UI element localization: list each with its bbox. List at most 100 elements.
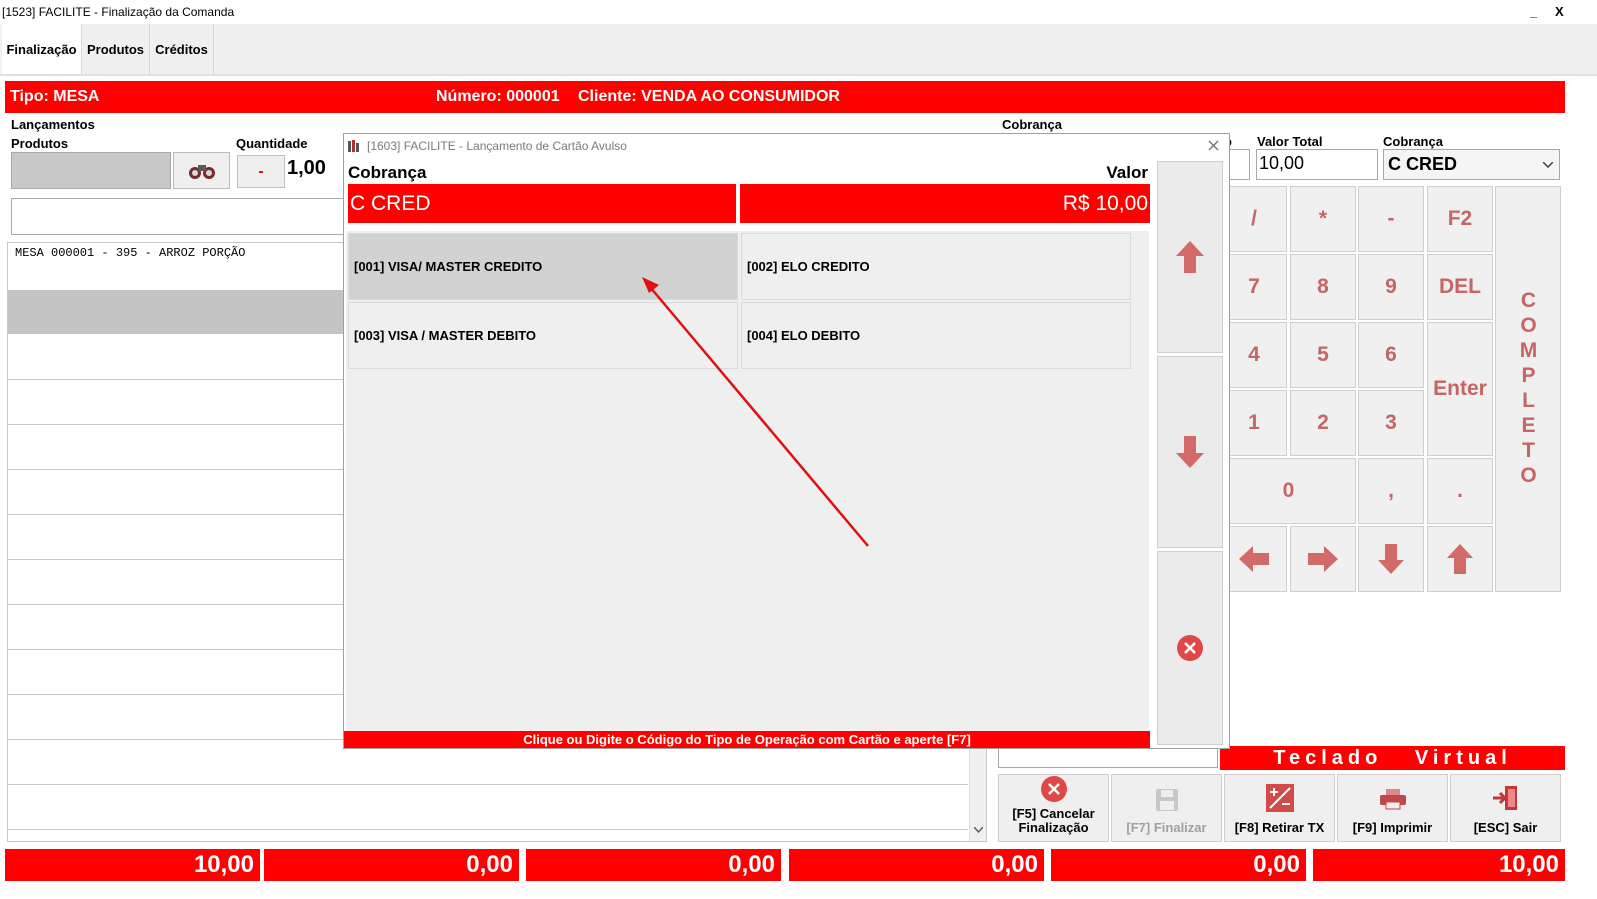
teclado-virtual-banner: Teclado Virtual [1220, 746, 1565, 770]
cobranca-select[interactable]: C CRED [1383, 149, 1560, 180]
printer-icon [1379, 789, 1406, 810]
close-icon[interactable] [1208, 140, 1219, 151]
card-option-elo-debito[interactable]: [004] ELO DEBITO [741, 302, 1131, 369]
finalizar-label: [F7] Finalizar [1126, 820, 1207, 835]
finalizar-button[interactable]: [F7] Finalizar [1111, 774, 1222, 842]
arrow-right-icon [1308, 546, 1338, 572]
valor-total-label: Valor Total [1257, 134, 1323, 149]
minimize-button[interactable]: _ [1530, 4, 1537, 19]
cobranca-label: Cobrança [1383, 134, 1443, 149]
key-down[interactable] [1358, 526, 1424, 592]
key-8[interactable]: 8 [1290, 254, 1356, 320]
tipo-label: Tipo: MESA [10, 88, 100, 105]
arrow-left-icon [1239, 546, 1269, 572]
cobranca-select-value: C CRED [1388, 154, 1458, 174]
close-window-button[interactable]: X [1555, 4, 1564, 19]
cancel-finalizacao-label: [F5] Cancelar Finalização [1012, 806, 1095, 835]
numero-label: Número: 000001 [436, 88, 560, 105]
key-completo[interactable]: COMPLETO [1495, 186, 1561, 592]
imprimir-label: [F9] Imprimir [1352, 820, 1433, 835]
key-slash[interactable]: / [1221, 186, 1287, 252]
quantidade-label: Quantidade [236, 136, 308, 151]
key-period[interactable]: . [1427, 458, 1493, 524]
card-option-visa-master-debito[interactable]: [003] VISA / MASTER DEBITO [348, 302, 738, 369]
scroll-down-icon[interactable] [974, 827, 983, 833]
arrow-down-icon [1176, 436, 1204, 468]
dialog-cobranca-label: Cobrança [348, 163, 427, 182]
key-minus[interactable]: - [1358, 186, 1424, 252]
tab-bar: Finalização Produtos Créditos [0, 24, 1597, 76]
exit-icon [1492, 786, 1517, 810]
chevron-down-icon [1543, 162, 1553, 168]
key-4[interactable]: 4 [1221, 322, 1287, 388]
total-value-6: 10,00 [1313, 849, 1565, 881]
key-left[interactable] [1221, 526, 1287, 592]
status-input[interactable] [998, 747, 1218, 768]
cancel-finalizacao-button[interactable]: [F5] Cancelar Finalização [998, 774, 1109, 842]
key-asterisk[interactable]: * [1290, 186, 1356, 252]
tab-finalizacao[interactable]: Finalização [2, 24, 82, 74]
sair-button[interactable]: [ESC] Sair [1450, 774, 1561, 842]
retirar-tx-button[interactable]: [F8] Retirar TX [1224, 774, 1335, 842]
plus-minus-icon [1265, 784, 1294, 812]
total-value-3: 0,00 [526, 849, 781, 881]
arrow-up-icon [1176, 241, 1204, 273]
save-icon [1155, 789, 1178, 811]
card-launch-dialog: [1603] FACILITE - Lançamento de Cartão A… [343, 133, 1230, 749]
sair-label: [ESC] Sair [1473, 820, 1538, 835]
window-title: [1523] FACILITE - Finalização da Comanda [2, 5, 235, 19]
cliente-label: Cliente: VENDA AO CONSUMIDOR [578, 88, 840, 105]
produto-description-input[interactable] [11, 198, 351, 235]
cancel-icon [1177, 635, 1203, 661]
key-2[interactable]: 2 [1290, 390, 1356, 456]
dialog-hint-bar: Clique ou Digite o Código do Tipo de Ope… [344, 731, 1150, 748]
scroll-up-button[interactable] [1157, 161, 1223, 353]
card-option-visa-master-credito[interactable]: [001] VISA/ MASTER CREDITO [348, 233, 738, 300]
quantidade-value[interactable]: 1,00 [287, 157, 347, 180]
dialog-title-bar: [1603] FACILITE - Lançamento de Cartão A… [344, 134, 1229, 158]
key-f2[interactable]: F2 [1427, 186, 1493, 252]
dialog-cancel-button[interactable] [1157, 551, 1223, 745]
lancamento-row-text[interactable]: MESA 000001 - 395 - ARROZ PORÇÃO [15, 246, 245, 260]
total-value-4: 0,00 [789, 849, 1044, 881]
key-9[interactable]: 9 [1358, 254, 1424, 320]
key-0[interactable]: 0 [1221, 458, 1356, 524]
table-row[interactable] [8, 785, 968, 830]
dialog-cobranca-value: C CRED [348, 184, 736, 223]
valor-total-input[interactable]: 10,00 [1256, 149, 1378, 180]
lancamentos-title: Lançamentos [11, 117, 95, 132]
produto-code-input[interactable] [11, 152, 171, 189]
retirar-tx-label: [F8] Retirar TX [1234, 820, 1325, 835]
key-7[interactable]: 7 [1221, 254, 1287, 320]
tab-creditos[interactable]: Créditos [150, 24, 214, 74]
partial-input[interactable] [1229, 149, 1250, 180]
key-5[interactable]: 5 [1290, 322, 1356, 388]
key-1[interactable]: 1 [1221, 390, 1287, 456]
tab-produtos[interactable]: Produtos [82, 24, 150, 74]
search-product-button[interactable] [173, 152, 230, 189]
cancel-icon [1040, 776, 1067, 802]
key-comma[interactable]: , [1358, 458, 1424, 524]
total-value-2: 0,00 [264, 849, 519, 881]
key-del[interactable]: DEL [1427, 254, 1493, 320]
key-up[interactable] [1427, 526, 1493, 592]
app-icon [348, 140, 359, 152]
key-right[interactable] [1290, 526, 1356, 592]
card-option-elo-credito[interactable]: [002] ELO CREDITO [741, 233, 1131, 300]
order-info-bar: Tipo: MESA Número: 000001 Cliente: VENDA… [5, 81, 1565, 113]
decrease-quantity-button[interactable]: - [237, 155, 285, 188]
window-title-bar: [1523] FACILITE - Finalização da Comanda… [0, 0, 1597, 24]
total-value-5: 0,00 [1051, 849, 1306, 881]
arrow-up-icon [1447, 544, 1473, 574]
arrow-down-icon [1378, 544, 1404, 574]
binoculars-icon [188, 164, 215, 179]
cobranca-panel-title: Cobrança [1002, 117, 1062, 132]
key-3[interactable]: 3 [1358, 390, 1424, 456]
dialog-title: [1603] FACILITE - Lançamento de Cartão A… [367, 139, 627, 153]
key-6[interactable]: 6 [1358, 322, 1424, 388]
scroll-down-button[interactable] [1157, 356, 1223, 548]
imprimir-button[interactable]: [F9] Imprimir [1337, 774, 1448, 842]
dialog-valor-value: R$ 10,00 [740, 184, 1150, 223]
key-enter[interactable]: Enter [1427, 322, 1493, 456]
total-value-1: 10,00 [5, 849, 260, 881]
